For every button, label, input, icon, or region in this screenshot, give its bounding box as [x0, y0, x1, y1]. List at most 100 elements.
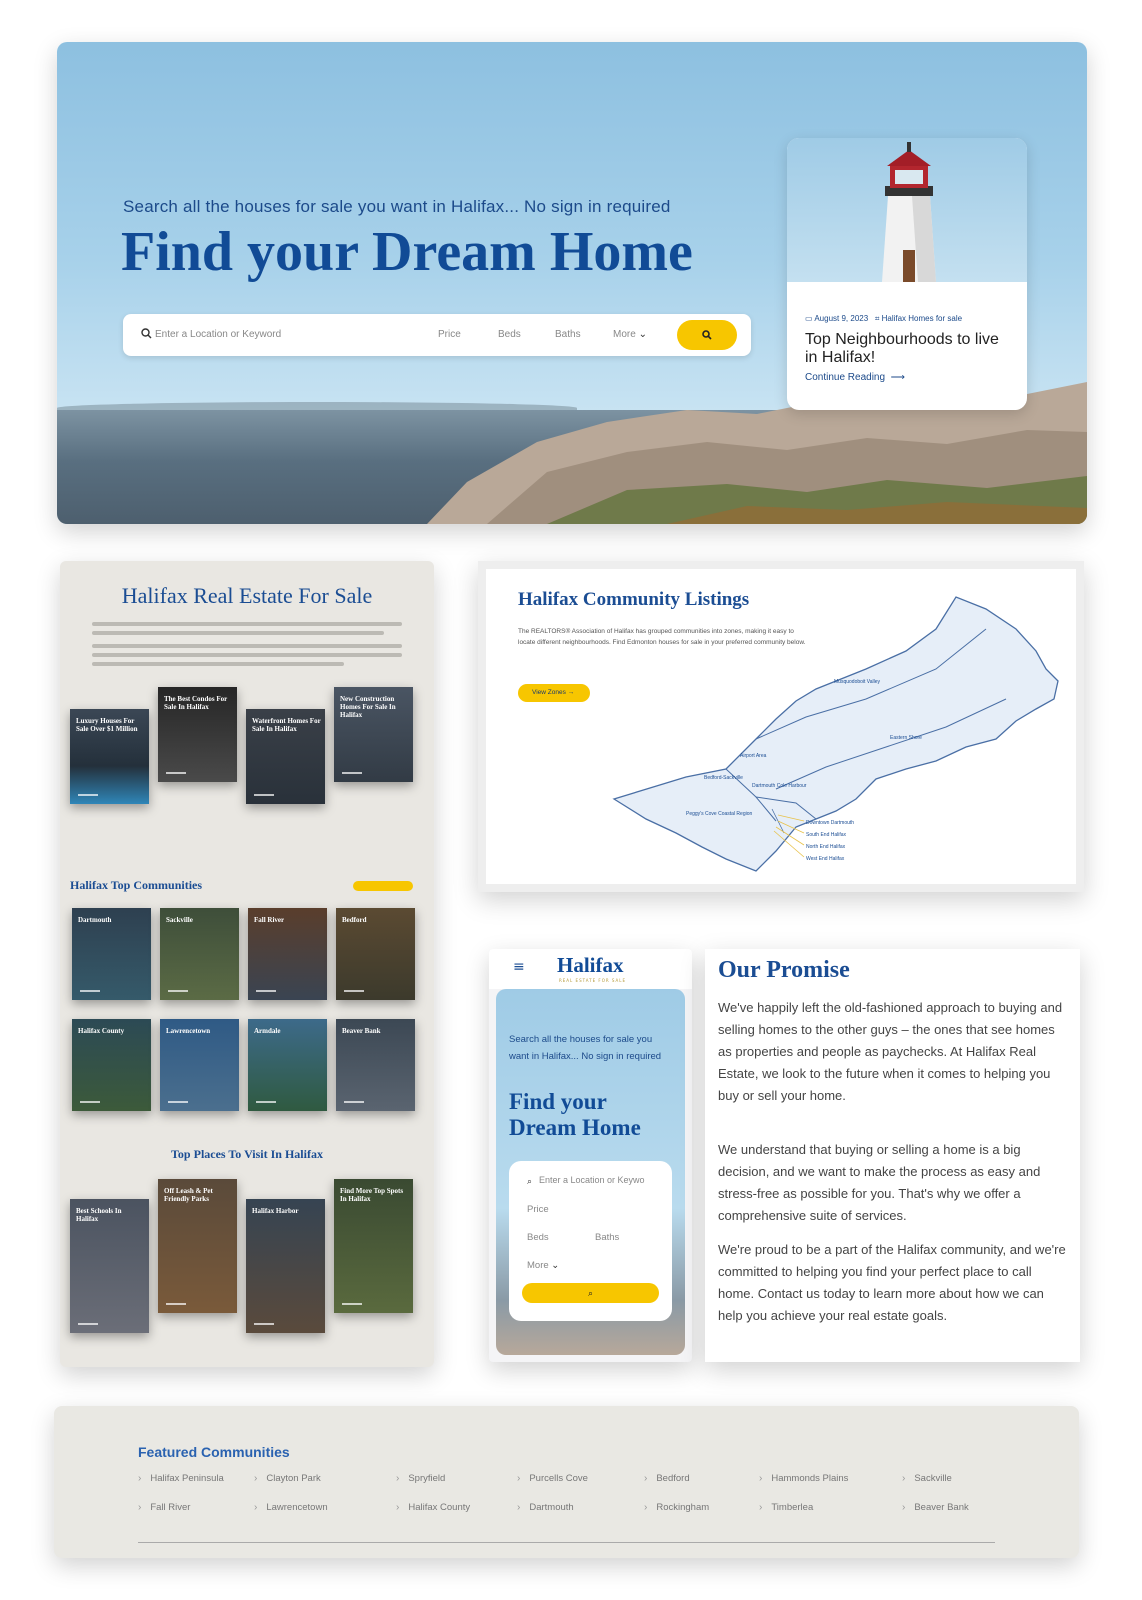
- community-link[interactable]: › Hammonds Plains: [759, 1473, 848, 1484]
- real-estate-page-preview: Halifax Real Estate For Sale Luxury Hous…: [60, 561, 434, 1367]
- community-tile[interactable]: Dartmouth: [72, 908, 151, 1000]
- blog-category[interactable]: Halifax Homes for sale: [882, 314, 962, 323]
- place-tile[interactable]: Find More Top Spots In Halifax: [334, 1179, 413, 1313]
- mobile-hero: Search all the houses for sale you want …: [496, 989, 685, 1355]
- continue-reading-link[interactable]: Continue Reading ⟶: [805, 372, 905, 383]
- map-label: Eastern Shore: [890, 735, 922, 741]
- tile-link-line: [344, 1101, 364, 1103]
- chevron-right-icon: ›: [644, 1502, 648, 1513]
- chevron-right-icon: ›: [759, 1473, 763, 1484]
- blog-title[interactable]: Top Neighbourhoods to live in Halifax!: [805, 331, 1015, 367]
- hero-title: Find your Dream Home: [121, 221, 693, 283]
- view-all-communities-button[interactable]: [353, 881, 413, 891]
- baths-filter[interactable]: Baths: [555, 329, 581, 340]
- place-tile[interactable]: Best Schools In Halifax: [70, 1199, 149, 1333]
- tile-label: New Construction Homes For Sale In Halif…: [340, 695, 396, 719]
- mobile-more-filter[interactable]: More ⌄: [527, 1260, 559, 1271]
- place-tile[interactable]: Off Leash & Pet Friendly Parks: [158, 1179, 237, 1313]
- chevron-right-icon: ›: [517, 1502, 521, 1513]
- community-link[interactable]: › Beaver Bank: [902, 1502, 969, 1513]
- beds-filter[interactable]: Beds: [498, 329, 521, 340]
- community-link[interactable]: › Rockingham: [644, 1502, 709, 1513]
- divider: [138, 1542, 995, 1543]
- map-label: Bedford-Sackville: [704, 775, 743, 781]
- listing-tile[interactable]: Luxury Houses For Sale Over $1 Million: [70, 709, 149, 804]
- tile-link-line: [78, 1323, 98, 1325]
- tile-label: Armdale: [254, 1027, 281, 1035]
- view-zones-button[interactable]: View Zones →: [518, 684, 590, 702]
- community-link[interactable]: › Halifax Peninsula: [138, 1473, 224, 1484]
- community-tile[interactable]: Beaver Bank: [336, 1019, 415, 1111]
- community-link-label: Purcells Cove: [529, 1473, 588, 1484]
- listing-tile[interactable]: New Construction Homes For Sale In Halif…: [334, 687, 413, 782]
- community-tile[interactable]: Sackville: [160, 908, 239, 1000]
- community-link[interactable]: › Fall River: [138, 1502, 190, 1513]
- chevron-right-icon: ›: [517, 1473, 521, 1484]
- mobile-beds-filter[interactable]: Beds: [527, 1232, 549, 1243]
- community-link-label: Clayton Park: [266, 1473, 321, 1484]
- chevron-down-icon: ⌄: [638, 329, 647, 340]
- hero-section: Search all the houses for sale you want …: [57, 42, 1087, 524]
- map-label: South End Halifax: [806, 832, 847, 838]
- price-filter[interactable]: Price: [438, 329, 461, 340]
- mobile-search-button[interactable]: ⌕: [522, 1283, 659, 1303]
- community-link-label: Hammonds Plains: [771, 1473, 849, 1484]
- tile-link-line: [344, 990, 364, 992]
- featured-communities-card: Featured Communities › Halifax Peninsula …: [54, 1406, 1079, 1558]
- chevron-right-icon: ›: [644, 1473, 648, 1484]
- community-tile[interactable]: Fall River: [248, 908, 327, 1000]
- community-link[interactable]: › Bedford: [644, 1473, 690, 1484]
- our-promise-title: Our Promise: [718, 957, 850, 983]
- tile-link-line: [80, 990, 100, 992]
- listing-tile[interactable]: Waterfront Homes For Sale In Halifax: [246, 709, 325, 804]
- tile-label: Dartmouth: [78, 916, 112, 924]
- community-tile[interactable]: Lawrencetown: [160, 1019, 239, 1111]
- tile-link-line: [254, 1323, 274, 1325]
- community-link[interactable]: › Dartmouth: [517, 1502, 574, 1513]
- search-icon: [702, 330, 712, 340]
- chevron-right-icon: ›: [759, 1502, 763, 1513]
- mobile-tagline: Search all the houses for sale you want …: [509, 1034, 662, 1062]
- featured-communities-title: Featured Communities: [138, 1444, 290, 1460]
- tile-label: Fall River: [254, 916, 285, 924]
- mobile-baths-filter[interactable]: Baths: [595, 1232, 619, 1243]
- community-link[interactable]: › Halifax County: [396, 1502, 470, 1513]
- community-tile[interactable]: Halifax County: [72, 1019, 151, 1111]
- mobile-preview: ≡ Halifax REAL ESTATE FOR SALE Search al…: [489, 949, 692, 1362]
- chevron-right-icon: ›: [138, 1473, 142, 1484]
- listing-tile[interactable]: The Best Condos For Sale In Halifax: [158, 687, 237, 782]
- community-link[interactable]: › Timberlea: [759, 1502, 813, 1513]
- top-places-title: Top Places To Visit In Halifax: [171, 1147, 323, 1161]
- chevron-right-icon: ›: [254, 1473, 258, 1484]
- tile-label: The Best Condos For Sale In Halifax: [164, 695, 228, 711]
- community-link[interactable]: › Lawrencetown: [254, 1502, 328, 1513]
- search-button[interactable]: [677, 320, 737, 350]
- community-link-label: Fall River: [150, 1502, 191, 1513]
- community-link[interactable]: › Sackville: [902, 1473, 952, 1484]
- community-link[interactable]: › Clayton Park: [254, 1473, 321, 1484]
- tile-label: Luxury Houses For Sale Over $1 Million: [76, 717, 138, 733]
- intro-text-line: [92, 662, 344, 666]
- mobile-search-input[interactable]: Enter a Location or Keywo: [539, 1175, 645, 1185]
- more-filter[interactable]: More ⌄: [613, 329, 647, 340]
- tile-link-line: [256, 1101, 276, 1103]
- chevron-right-icon: ›: [902, 1473, 906, 1484]
- community-tile[interactable]: Armdale: [248, 1019, 327, 1111]
- mobile-price-filter[interactable]: Price: [527, 1204, 549, 1215]
- tile-link-line: [254, 794, 274, 796]
- community-link[interactable]: › Spryfield: [396, 1473, 445, 1484]
- map-label: North End Halifax: [806, 844, 846, 850]
- tile-link-line: [168, 990, 188, 992]
- promise-paragraph-3: We're proud to be a part of the Halifax …: [718, 1242, 1066, 1323]
- tile-label: Find More Top Spots In Halifax: [340, 1187, 404, 1203]
- hamburger-menu-icon[interactable]: ≡: [513, 959, 525, 975]
- halifax-zone-map[interactable]: Musquodoboit Valley Eastern Shore Airpor…: [606, 589, 1076, 889]
- community-tile[interactable]: Bedford: [336, 908, 415, 1000]
- chevron-right-icon: ›: [254, 1502, 258, 1513]
- tile-label: Bedford: [342, 916, 367, 924]
- blog-post-card[interactable]: ▭ August 9, 2023 ⌗ Halifax Homes for sal…: [787, 138, 1027, 410]
- community-link[interactable]: › Purcells Cove: [517, 1473, 588, 1484]
- place-tile[interactable]: Halifax Harbor: [246, 1199, 325, 1333]
- mobile-logo[interactable]: Halifax: [557, 953, 624, 978]
- search-input[interactable]: Enter a Location or Keyword: [155, 329, 281, 340]
